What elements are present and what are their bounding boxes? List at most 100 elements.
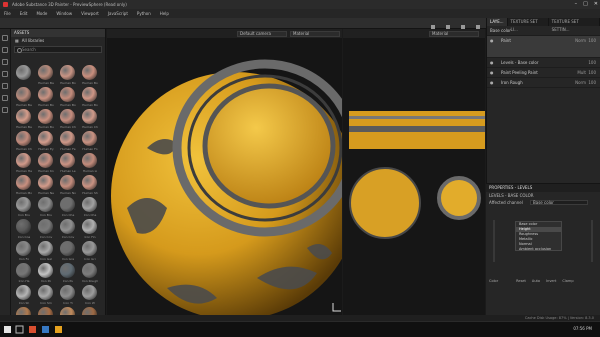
- invert-button[interactable]: Invert: [546, 279, 556, 283]
- layer-opacity[interactable]: 100: [588, 68, 596, 78]
- asset-thumbnail[interactable]: Iron Fo: [13, 240, 35, 262]
- asset-thumbnail[interactable]: Human Ha: [13, 152, 35, 174]
- asset-thumbnail[interactable]: Human Fo: [79, 130, 101, 152]
- menu-file[interactable]: File: [4, 9, 11, 18]
- asset-thumbnail[interactable]: Iron Bru: [13, 196, 35, 218]
- visibility-eye-icon[interactable]: ●: [490, 78, 494, 88]
- asset-thumbnail[interactable]: Iron W: [79, 284, 101, 306]
- asset-thumbnail[interactable]: Human Ba: [13, 108, 35, 130]
- material-preview-sphere: [16, 285, 31, 300]
- layer-row[interactable]: ● Iron Rough Norm 100: [487, 78, 600, 88]
- asset-thumbnail[interactable]: Human Ch: [13, 130, 35, 152]
- asset-thumbnail[interactable]: Human Bo: [57, 86, 79, 108]
- color-mode-select[interactable]: Color: [489, 279, 498, 283]
- 3d-viewport[interactable]: Default camera Material: [107, 29, 342, 320]
- asset-thumbnail[interactable]: Iron Gri: [79, 240, 101, 262]
- asset-thumbnail[interactable]: Human Bu: [35, 108, 57, 130]
- clone-tool-icon[interactable]: [2, 95, 8, 101]
- layer-opacity[interactable]: 100: [588, 36, 596, 46]
- menu-javascript[interactable]: JavaScript: [108, 9, 128, 18]
- asset-thumbnail[interactable]: Human Ch: [57, 108, 79, 130]
- asset-thumbnail[interactable]: Human Kn: [35, 152, 57, 174]
- menu-bar: File Edit Mode Window Viewport JavaScrip…: [0, 9, 600, 18]
- menu-help[interactable]: Help: [160, 9, 169, 18]
- channel-menu-item[interactable]: Ambient occlusion: [516, 247, 561, 252]
- asset-thumbnail[interactable]: Human Le: [57, 152, 79, 174]
- close-icon[interactable]: ✕: [594, 0, 598, 9]
- tab-texture-set-settings[interactable]: TEXTURE SET SETTIN...: [549, 18, 600, 32]
- asset-thumbnail[interactable]: Iron Ha: [13, 262, 35, 284]
- asset-thumbnail[interactable]: Iron Bru: [35, 196, 57, 218]
- asset-thumbnail[interactable]: Iron Fin: [79, 218, 101, 240]
- visibility-eye-icon[interactable]: ●: [490, 68, 494, 78]
- windows-start-icon: [4, 326, 11, 333]
- layer-opacity[interactable]: 100: [588, 58, 596, 68]
- asset-thumbnail[interactable]: Iron Coa: [13, 218, 35, 240]
- asset-thumbnail[interactable]: Human Bo: [79, 64, 101, 86]
- eraser-tool-icon[interactable]: [2, 47, 8, 53]
- asset-thumbnail[interactable]: Human Bo: [79, 86, 101, 108]
- maximize-icon[interactable]: □: [583, 0, 588, 9]
- asset-thumbnail[interactable]: Human Sh: [79, 174, 101, 196]
- asset-label: Human Ch: [60, 125, 76, 129]
- asset-thumbnail[interactable]: Iron Cha: [57, 196, 79, 218]
- picker-tool-icon[interactable]: [2, 107, 8, 113]
- reset-button[interactable]: Reset: [516, 279, 526, 283]
- minimize-icon[interactable]: –: [575, 0, 578, 9]
- layer-opacity[interactable]: 100: [588, 78, 596, 88]
- visibility-eye-icon[interactable]: ●: [490, 36, 494, 46]
- asset-search-input[interactable]: Search: [14, 46, 102, 53]
- affected-channel-dropdown[interactable]: Base color: [530, 200, 588, 205]
- asset-thumbnail[interactable]: Human Ne: [35, 174, 57, 196]
- layer-row[interactable]: ● Levels - Base color 100: [487, 58, 600, 68]
- library-scope[interactable]: ▦ All libraries: [11, 37, 105, 45]
- 2d-viewport[interactable]: Material: [343, 29, 485, 320]
- asset-thumbnail[interactable]: Iron Pu: [57, 262, 79, 284]
- tab-layers[interactable]: LAYE...: [487, 18, 508, 26]
- layer-row[interactable]: ● Paint Peeling Paint Mult 100: [487, 68, 600, 78]
- asset-thumbnail[interactable]: Iron Cha: [79, 196, 101, 218]
- asset-thumbnail[interactable]: [13, 64, 35, 86]
- asset-thumbnail[interactable]: Human Ch: [79, 108, 101, 130]
- 2d-mode-dropdown[interactable]: Material: [429, 31, 479, 37]
- asset-thumbnail[interactable]: Iron Gal: [35, 240, 57, 262]
- layer-blend-mode[interactable]: Norm: [575, 36, 586, 46]
- menu-mode[interactable]: Mode: [36, 9, 47, 18]
- layer-blend-mode[interactable]: Norm: [575, 78, 586, 88]
- blend-channel-select[interactable]: Base color: [487, 26, 600, 36]
- asset-thumbnail[interactable]: Human Ba: [35, 64, 57, 86]
- asset-thumbnail[interactable]: Iron Ti: [57, 284, 79, 306]
- visibility-eye-icon[interactable]: ●: [490, 58, 494, 68]
- layer-blend-mode[interactable]: Mult: [577, 68, 586, 78]
- viewport-bar: Default camera Material: [107, 29, 342, 38]
- asset-thumbnail[interactable]: Iron Po: [35, 262, 57, 284]
- asset-thumbnail[interactable]: Iron Cov: [35, 218, 57, 240]
- clamp-checkbox[interactable]: Clamp: [562, 279, 573, 283]
- asset-thumbnail[interactable]: Iron Sh: [13, 284, 35, 306]
- asset-thumbnail[interactable]: Human Li: [79, 152, 101, 174]
- projection-tool-icon[interactable]: [2, 59, 8, 65]
- asset-thumbnail[interactable]: Iron Rough: [79, 262, 101, 284]
- polygon-fill-icon[interactable]: [2, 71, 8, 77]
- menu-viewport[interactable]: Viewport: [81, 9, 99, 18]
- asset-thumbnail[interactable]: Human Bo: [57, 64, 79, 86]
- auto-button[interactable]: Auto: [532, 279, 540, 283]
- asset-thumbnail[interactable]: Iron Gra: [57, 240, 79, 262]
- tab-texture-set-list[interactable]: TEXTURE SET LI...: [508, 18, 549, 32]
- layer-row[interactable]: ● Paint Norm 100: [487, 36, 600, 58]
- menu-window[interactable]: Window: [56, 9, 72, 18]
- menu-python[interactable]: Python: [137, 9, 151, 18]
- asset-thumbnail[interactable]: Human Mo: [13, 174, 35, 196]
- menu-edit[interactable]: Edit: [20, 9, 28, 18]
- asset-thumbnail[interactable]: Iron Sm: [35, 284, 57, 306]
- asset-thumbnail[interactable]: Human Bo: [35, 86, 57, 108]
- camera-dropdown[interactable]: Default camera: [237, 31, 287, 37]
- asset-thumbnail[interactable]: Human Ba: [13, 86, 35, 108]
- smudge-tool-icon[interactable]: [2, 83, 8, 89]
- material-mode-dropdown[interactable]: Material: [290, 31, 340, 37]
- asset-thumbnail[interactable]: Human No: [57, 174, 79, 196]
- paint-tool-icon[interactable]: [2, 35, 8, 41]
- asset-thumbnail[interactable]: Iron Cov: [57, 218, 79, 240]
- asset-thumbnail[interactable]: Human Ey: [35, 130, 57, 152]
- asset-thumbnail[interactable]: Human Fe: [57, 130, 79, 152]
